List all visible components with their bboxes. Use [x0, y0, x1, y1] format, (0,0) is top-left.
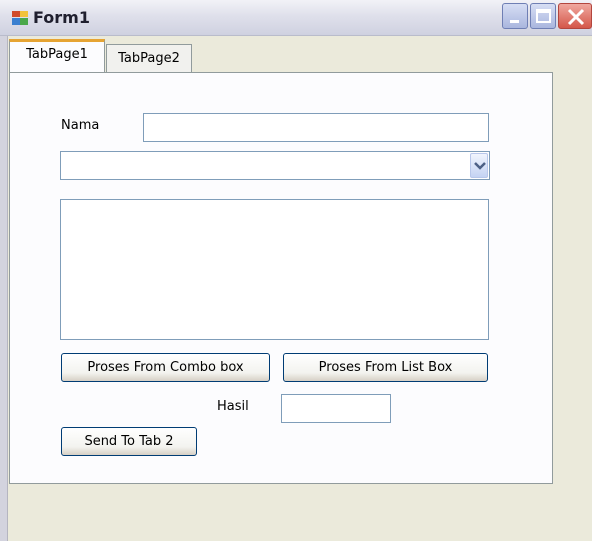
tab-label: TabPage2 [118, 51, 180, 66]
maximize-icon [536, 9, 551, 23]
nama-input[interactable] [143, 113, 489, 142]
proses-combo-button[interactable]: Proses From Combo box [61, 353, 270, 382]
window-title: Form1 [33, 8, 90, 27]
close-button[interactable] [558, 3, 592, 29]
form-window: Form1 TabPage1 TabPage2 Nama Proses From… [0, 0, 592, 541]
item-combobox[interactable] [60, 151, 490, 180]
maximize-button[interactable] [530, 3, 556, 29]
tab-tabpage1[interactable]: TabPage1 [9, 39, 105, 72]
window-border [0, 36, 8, 541]
nama-label: Nama [61, 118, 100, 133]
send-to-tab2-button[interactable]: Send To Tab 2 [61, 427, 197, 456]
minimize-icon [510, 20, 519, 23]
item-listbox[interactable] [60, 199, 489, 340]
proses-list-button[interactable]: Proses From List Box [283, 353, 488, 382]
form-icon [12, 11, 28, 25]
close-icon [567, 8, 585, 26]
tab-label: TabPage1 [26, 47, 88, 62]
combo-dropdown-button[interactable] [470, 153, 488, 178]
chevron-down-icon [474, 162, 486, 170]
title-bar[interactable]: Form1 [0, 0, 592, 36]
hasil-label: Hasil [217, 399, 249, 414]
minimize-button[interactable] [502, 3, 528, 29]
hasil-input[interactable] [281, 394, 391, 423]
tab-tabpage2[interactable]: TabPage2 [106, 44, 192, 72]
